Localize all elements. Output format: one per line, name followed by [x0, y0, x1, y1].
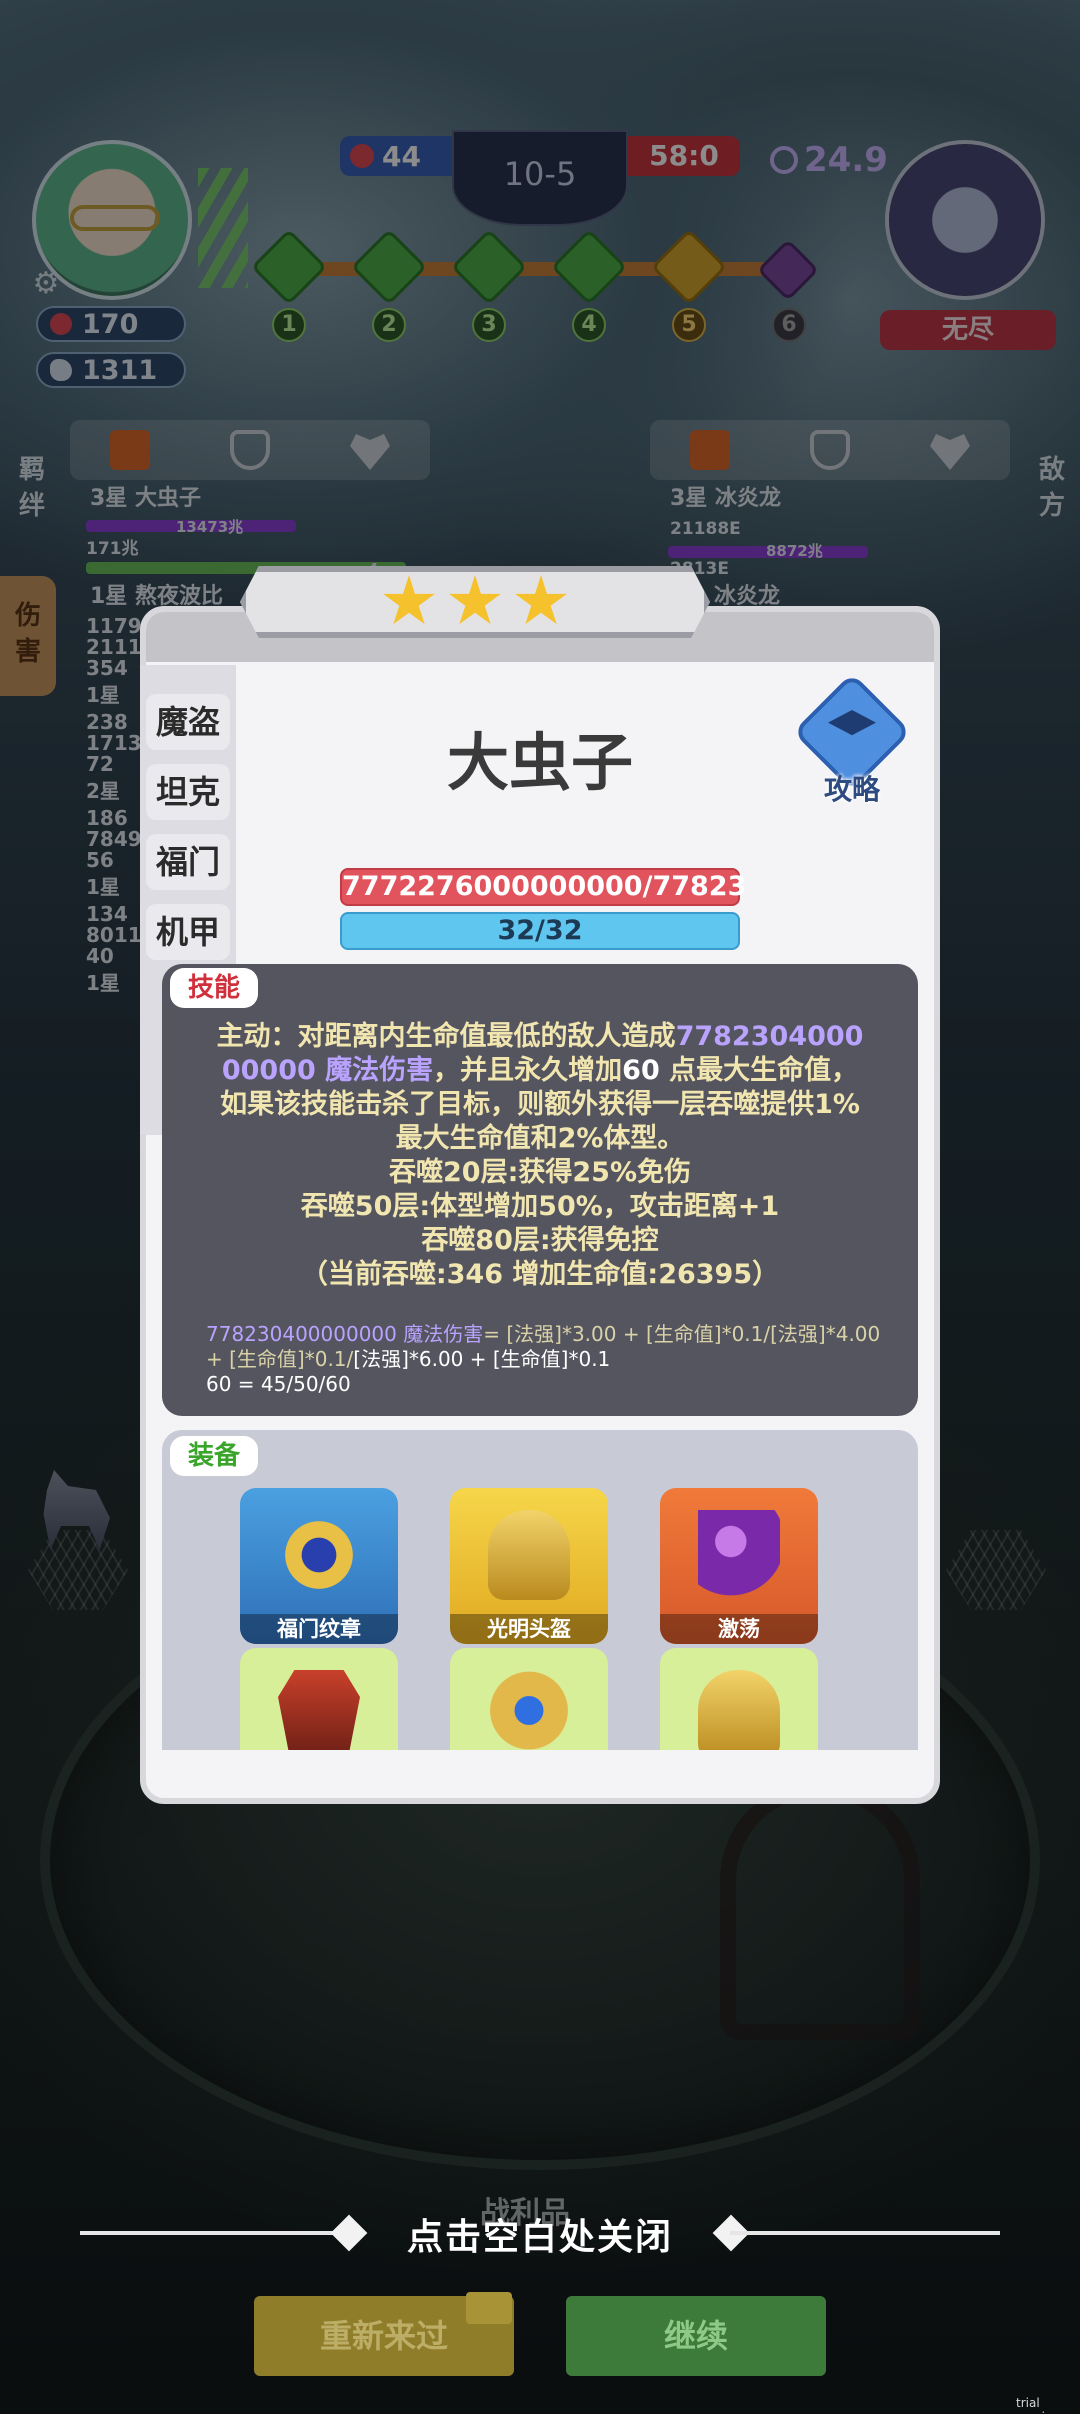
equip-label: 福门纹章 — [240, 1614, 398, 1644]
guide-button[interactable]: 攻略 — [792, 672, 912, 806]
skill-formula: 778230400000000 魔法伤害= [法强]*3.00 + [生命值]*… — [206, 1322, 881, 1396]
hero-hp-bar: 7772276000000000/77823 — [340, 868, 746, 906]
equip-item-gem-crown[interactable] — [450, 1648, 608, 1750]
hero-energy-bar: 32/32 — [340, 912, 740, 950]
equip-tag: 装备 — [170, 1436, 259, 1476]
hero-name: 大虫子 — [446, 726, 633, 799]
star-icon — [449, 575, 501, 625]
skill-description: 主动：对距离内生命值最低的敌人造成7782304000 00000 魔法伤害，并… — [216, 1021, 864, 1290]
star-icon — [383, 575, 435, 625]
golden-helmet-icon — [698, 1670, 780, 1750]
equip-item-surge[interactable]: 激荡 — [660, 1488, 818, 1644]
equip-item-gold-helmet[interactable] — [660, 1648, 818, 1750]
blue-gem-crown-icon — [488, 1670, 570, 1750]
star-icon — [515, 575, 567, 625]
trial-watermark: trial version — [1016, 2396, 1060, 2414]
golden-helmet-icon — [488, 1510, 570, 1600]
class-tab-mech[interactable]: 机甲 — [146, 904, 230, 960]
class-tab-rogue[interactable]: 魔盗 — [146, 694, 230, 750]
equip-item-armor[interactable] — [240, 1648, 398, 1750]
equipment-panel: 装备 福门纹章 光明头盔 激荡 — [162, 1430, 918, 1750]
star-rating — [240, 566, 710, 638]
close-hint-line-right — [730, 2231, 1000, 2235]
class-tab-tank[interactable]: 坦克 — [146, 764, 230, 820]
guide-label: 攻略 — [823, 773, 880, 806]
purple-orb-icon — [698, 1510, 780, 1600]
skill-tag: 技能 — [170, 968, 259, 1008]
equip-item-light-helmet[interactable]: 光明头盔 — [450, 1488, 608, 1644]
emblem-icon — [278, 1510, 360, 1600]
equip-label: 光明头盔 — [450, 1614, 608, 1644]
continue-button[interactable]: 继续 — [566, 2296, 826, 2376]
video-ad-icon — [466, 2292, 512, 2324]
close-hint: 点击空白处关闭 — [406, 2217, 673, 2258]
red-armor-icon — [278, 1670, 360, 1750]
close-hint-line-left — [80, 2231, 350, 2235]
equip-item-fumen-emblem[interactable]: 福门纹章 — [240, 1488, 398, 1644]
equip-label: 激荡 — [660, 1614, 818, 1644]
class-tab-fumen[interactable]: 福门 — [146, 834, 230, 890]
